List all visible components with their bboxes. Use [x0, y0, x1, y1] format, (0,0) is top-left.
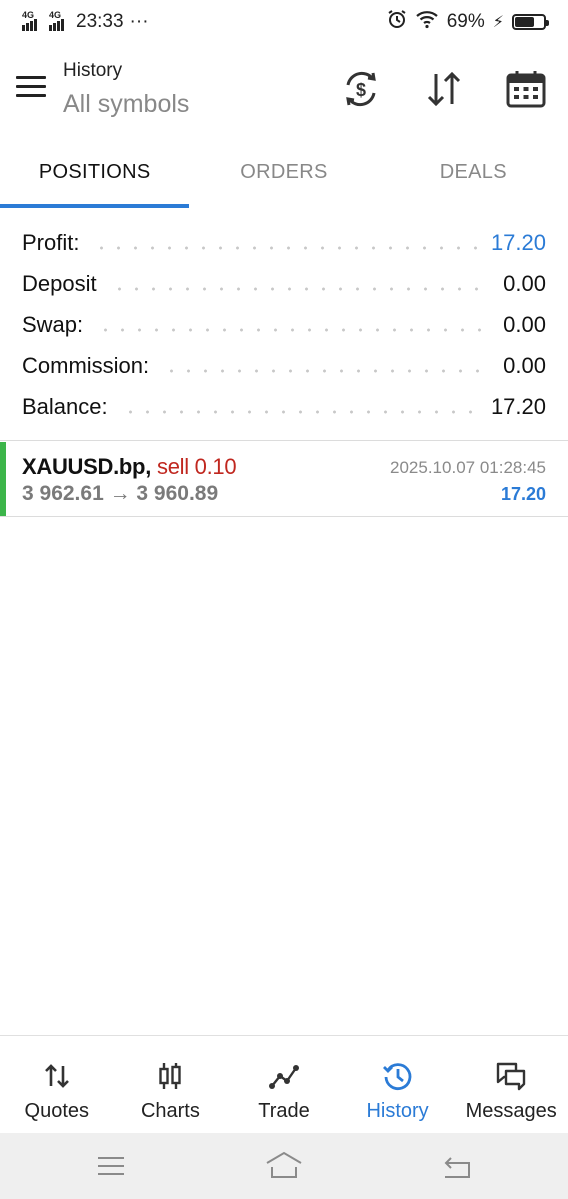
summary-value: 0.00: [503, 352, 546, 378]
summary-value: 17.20: [490, 393, 546, 419]
summary-value: 0.00: [503, 270, 546, 296]
quotes-icon: [44, 1064, 69, 1088]
status-left: 4G 4G 23:33 ···: [22, 10, 149, 33]
nav-label: Messages: [465, 1100, 557, 1122]
messages-icon: [496, 1062, 526, 1091]
network-type-label: 4G: [22, 10, 35, 20]
network-type-label: 4G: [49, 10, 62, 20]
summary-label: Balance:: [22, 393, 108, 419]
nav-trade[interactable]: Trade: [227, 1036, 341, 1133]
position-profit: 17.20: [500, 484, 546, 504]
sort-icon[interactable]: [423, 68, 465, 110]
position-time: 2025.10.07 01:28:45: [390, 458, 546, 477]
position-indicator-bar: [0, 442, 6, 517]
trade-icon: [268, 1065, 299, 1089]
back-icon[interactable]: [437, 1149, 477, 1183]
position-row[interactable]: XAUUSD.bp, sell 0.10 3 962.61 → 3 960.89 …: [0, 442, 568, 517]
menu-icon[interactable]: [16, 76, 46, 98]
symbol-filter[interactable]: All symbols: [63, 90, 189, 119]
summary-label: Profit:: [22, 229, 80, 255]
recent-apps-icon[interactable]: [91, 1149, 131, 1183]
tab-positions[interactable]: POSITIONS: [0, 140, 190, 208]
summary-value: 17.20: [490, 229, 546, 255]
battery-fill: [515, 17, 535, 27]
more-notifications-icon: ···: [129, 11, 149, 32]
signal-icon: 4G: [22, 10, 37, 31]
dotted-leader: [163, 368, 490, 373]
tab-deals[interactable]: DEALS: [379, 140, 568, 208]
battery-percent: 69%: [446, 11, 485, 32]
candlestick-icon: [159, 1063, 182, 1089]
divider: [0, 440, 568, 441]
app-bar: History All symbols $: [0, 50, 568, 130]
summary-value: 0.00: [503, 311, 546, 337]
wifi-icon: [415, 9, 439, 35]
summary-row-swap: Swap: 0.00: [22, 304, 546, 345]
dotted-leader: [93, 245, 477, 250]
summary-label: Swap:: [22, 311, 84, 337]
dotted-leader: [97, 327, 490, 332]
status-bar: 4G 4G 23:33 ··· 69% ⚡: [0, 0, 568, 44]
signal-icon: 4G: [49, 10, 64, 31]
nav-messages[interactable]: Messages: [454, 1036, 568, 1133]
alarm-icon: [387, 9, 407, 35]
position-type: sell 0.10: [157, 454, 237, 479]
position-symbol: XAUUSD.bp,: [22, 454, 152, 479]
summary-panel: Profit: 17.20 Deposit 0.00 Swap: 0.00 Co…: [22, 222, 546, 427]
dotted-leader: [110, 286, 490, 291]
clock: 23:33: [76, 11, 124, 32]
history-icon: [382, 1063, 411, 1090]
nav-charts[interactable]: Charts: [114, 1036, 228, 1133]
status-right: 69% ⚡: [387, 9, 549, 35]
summary-row-balance: Balance: 17.20: [22, 386, 546, 427]
home-icon[interactable]: [264, 1149, 304, 1183]
summary-row-deposit: Deposit 0.00: [22, 263, 546, 304]
nav-label: Charts: [140, 1100, 200, 1122]
summary-label: Deposit: [22, 270, 97, 296]
summary-row-commission: Commission: 0.00: [22, 345, 546, 386]
tab-bar: POSITIONS ORDERS DEALS: [0, 140, 568, 208]
bottom-nav: Quotes Charts Trade History Messages: [0, 1035, 568, 1133]
page-title: History: [63, 60, 123, 81]
dotted-leader: [121, 409, 477, 414]
svg-text:$: $: [356, 80, 366, 100]
nav-label: Trade: [258, 1100, 310, 1122]
position-prices: 3 962.61 → 3 960.89: [22, 482, 219, 505]
divider: [0, 516, 568, 517]
nav-label: Quotes: [24, 1100, 90, 1122]
position-header: XAUUSD.bp, sell 0.10: [22, 454, 237, 480]
tab-orders[interactable]: ORDERS: [189, 140, 378, 208]
system-nav-bar: [0, 1133, 568, 1199]
nav-quotes[interactable]: Quotes: [0, 1036, 114, 1133]
currency-sync-icon[interactable]: $: [340, 68, 382, 110]
summary-label: Commission:: [22, 352, 150, 378]
summary-row-profit: Profit: 17.20: [22, 222, 546, 263]
battery-icon: [512, 14, 549, 30]
nav-label: History: [366, 1100, 429, 1122]
nav-history[interactable]: History: [341, 1036, 455, 1133]
calendar-icon[interactable]: [505, 68, 547, 110]
charging-icon: ⚡: [492, 14, 504, 31]
